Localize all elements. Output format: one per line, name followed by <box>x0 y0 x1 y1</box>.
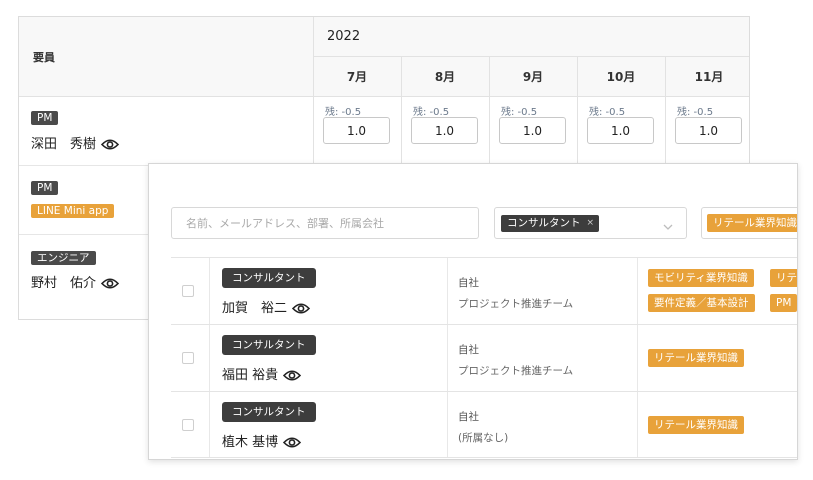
skill-tag: リテ <box>770 269 797 287</box>
cell-divider <box>209 258 210 324</box>
search-input[interactable]: 名前、メールアドレス、部署、所属会社 <box>171 207 479 239</box>
table-row[interactable]: コンサルタント 加賀 裕二 自社 プロジェクト推進チーム モビリティ業界知識 リ… <box>171 257 797 324</box>
role-badge: コンサルタント <box>222 268 316 288</box>
eye-icon[interactable] <box>291 302 311 319</box>
cell-divider <box>447 325 448 391</box>
skill-tag: リテール業界知識 <box>648 416 744 434</box>
skill-filter-tag: リテール業界知識 <box>707 214 797 232</box>
row-checkbox[interactable] <box>182 419 194 431</box>
remaining-capacity: 残: -0.5 <box>677 107 714 118</box>
member-name: 野村 佑介 <box>31 272 120 294</box>
remaining-capacity: 残: -0.5 <box>501 107 538 118</box>
role-badge: コンサルタント <box>222 335 316 355</box>
role-filter-tag: コンサルタント × <box>501 215 600 232</box>
cell-divider <box>637 392 638 457</box>
member-name-text: 加賀 裕二 <box>222 301 288 316</box>
allocation-input[interactable]: 1.0 <box>323 117 390 144</box>
month-header: 10月 <box>606 70 636 84</box>
skill-tag: モビリティ業界知識 <box>648 269 754 287</box>
allocation-input[interactable]: 1.0 <box>499 117 566 144</box>
skill-filter-select[interactable]: リテール業界知識 <box>701 207 797 239</box>
eye-icon[interactable] <box>100 277 120 294</box>
company-label: 自社 <box>458 344 479 356</box>
cell-divider <box>447 392 448 457</box>
member-column-header: 要員 <box>33 50 55 64</box>
row-checkbox[interactable] <box>182 352 194 364</box>
allocation-input[interactable]: 1.0 <box>675 117 742 144</box>
close-icon[interactable]: × <box>587 215 595 232</box>
role-badge: PM <box>31 181 59 195</box>
eye-icon[interactable] <box>283 369 302 386</box>
role-filter-tag-label: コンサルタント <box>507 217 581 229</box>
row-checkbox[interactable] <box>182 285 194 297</box>
member-name-text: 福田 裕貴 <box>222 368 279 383</box>
member-name: 加賀 裕二 <box>222 297 311 319</box>
member-name: 植木 基博 <box>222 431 302 453</box>
department-label: (所属なし) <box>458 432 509 444</box>
role-filter-select[interactable]: コンサルタント × <box>494 207 687 239</box>
month-header: 7月 <box>346 70 368 84</box>
cell-divider <box>637 258 638 324</box>
cell-divider <box>447 258 448 324</box>
cell-divider <box>209 392 210 457</box>
year-label: 2022 <box>327 29 361 44</box>
remaining-capacity: 残: -0.5 <box>325 107 362 118</box>
member-name-text: 深田 秀樹 <box>31 137 97 152</box>
company-label: 自社 <box>458 411 479 423</box>
department-label: プロジェクト推進チーム <box>458 298 574 310</box>
role-badge: PM <box>31 111 59 125</box>
company-label: 自社 <box>458 277 479 289</box>
month-header: 8月 <box>434 70 456 84</box>
department-label: プロジェクト推進チーム <box>458 365 574 377</box>
skill-tag: リテール業界知識 <box>648 349 744 367</box>
role-badge: コンサルタント <box>222 402 316 422</box>
member-search-panel: 名前、メールアドレス、部署、所属会社 コンサルタント × リテール業界知識 コン… <box>148 163 798 460</box>
member-name: 福田 裕貴 <box>222 364 302 386</box>
member-name-text: 野村 佑介 <box>31 276 97 291</box>
cell-divider <box>637 325 638 391</box>
eye-icon[interactable] <box>283 436 302 453</box>
chevron-down-icon <box>662 217 674 236</box>
table-row[interactable]: コンサルタント 植木 基博 自社 (所属なし) リテール業界知識 <box>171 391 797 458</box>
month-header: 9月 <box>522 70 544 84</box>
member-name: 深田 秀樹 <box>31 133 120 155</box>
month-header: 11月 <box>694 70 724 84</box>
cell-divider <box>209 325 210 391</box>
skill-tag: 要件定義／基本設計 <box>648 294 755 312</box>
skill-tag: PM <box>770 294 797 312</box>
eye-icon[interactable] <box>100 138 120 155</box>
remaining-capacity: 残: -0.5 <box>589 107 626 118</box>
member-name-text: 植木 基博 <box>222 435 279 450</box>
remaining-capacity: 残: -0.5 <box>413 107 450 118</box>
table-row[interactable]: コンサルタント 福田 裕貴 自社 プロジェクト推進チーム リテール業界知識 <box>171 324 797 391</box>
role-badge: エンジニア <box>31 251 96 265</box>
allocation-input[interactable]: 1.0 <box>411 117 478 144</box>
team-badge: LINE Mini app <box>31 204 115 218</box>
allocation-input[interactable]: 1.0 <box>587 117 654 144</box>
